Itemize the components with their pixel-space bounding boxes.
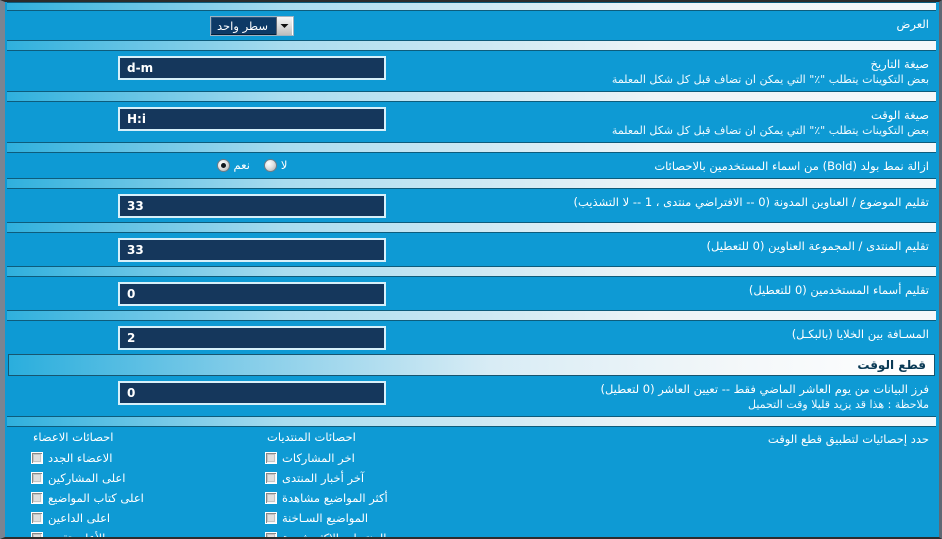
control-time-cutoff [11,380,493,405]
bold-removal-option-no-label: لا [280,158,288,172]
checkbox-icon-new-members[interactable] [31,452,43,464]
control-time-format [11,106,493,131]
control-cell-spacing [11,325,493,350]
section-title-time-cutoff: قطع الوقت [857,358,926,372]
control-trim-topic-titles [11,193,493,218]
label-time-format-title: صيغة الوقت [870,108,929,122]
divider-6 [7,266,936,277]
checkbox-label-top-rated: الأعلى تقييم [48,531,106,539]
checkbox-label-popular-forums: المنتديات الاكثر شعبية [282,531,387,539]
divider-7 [7,310,936,321]
checkbox-icon-top-rated[interactable] [31,532,43,537]
time-cutoff-input[interactable] [118,381,386,405]
settings-panel: العرض سطر واحد صيغة التاريخ بعض التكوينا… [0,0,942,539]
label-apply-cutoff-stats: حدد إحصائيات لتطبيق قطع الوقت [767,432,929,446]
checkbox-row-popular-forums[interactable]: المنتديات الاكثر شعبية [265,528,387,539]
checkbox-icon-most-viewed-topics[interactable] [265,492,277,504]
label-bold-removal: ازالة نمط بولد (Bold) من اسماء المستخدمي… [654,159,929,173]
control-trim-forum-titles [11,237,493,262]
checkbox-label-forum-news: آخر أخبار المنتدى [282,471,365,485]
column-member-statistics: احصائات الاعضاء الاعضاء الجدد اعلى المشا… [25,430,259,539]
checkbox-icon-hot-topics[interactable] [265,512,277,524]
checkbox-row-latest-posts[interactable]: اخر المشاركات [265,448,355,468]
checkbox-row-top-posters[interactable]: اعلى المشاركين [31,468,125,488]
checkbox-icon-latest-posts[interactable] [265,452,277,464]
label-display: العرض [896,17,930,31]
display-mode-select[interactable]: سطر واحد [210,16,294,36]
bold-removal-option-no[interactable]: لا [263,158,288,172]
display-mode-value: سطر واحد [217,19,268,33]
checkbox-row-top-topic-starters[interactable]: اعلى كتاب المواضيع [31,488,144,508]
checkbox-row-top-referrers[interactable]: اعلى الداعين [31,508,110,528]
checkbox-label-hot-topics: المواضيع السـاخنة [282,511,369,525]
row-trim-topic-titles: تقليم الموضوع / العناوين المدونة (0 -- ا… [5,189,939,222]
bold-removal-option-yes-label: نعم [233,158,250,172]
checkbox-row-new-members[interactable]: الاعضاء الجدد [31,448,112,468]
checkbox-row-top-rated[interactable]: الأعلى تقييم [31,528,106,539]
label-trim-topic-titles: تقليم الموضوع / العناوين المدونة (0 -- ا… [573,195,929,209]
row-trim-usernames: تقليم أسماء المستخدمين (0 للتعطيل) [5,277,939,310]
checkbox-label-top-posters: اعلى المشاركين [48,471,126,485]
divider-8 [7,416,936,427]
control-date-format [11,55,493,80]
divider-3 [7,142,936,153]
cutoff-stats-columns: احصائات المنتديات اخر المشاركات آخر أخبا… [11,430,493,539]
row-cell-spacing: المسـافة بين الخلايا (بالبكـل) [5,321,939,354]
label-date-format-title: صيغة التاريخ [870,57,929,71]
checkbox-icon-popular-forums[interactable] [265,532,277,537]
label-trim-forum-titles: تقليم المنتدى / المجموعة العناوين (0 للت… [706,239,929,253]
control-bold-removal: لا نعم [11,157,493,172]
checkbox-row-hot-topics[interactable]: المواضيع السـاخنة [265,508,368,528]
checkbox-row-most-viewed-topics[interactable]: أكثر المواضيع مشاهدة [265,488,388,508]
row-time-cutoff: فرز البيانات من يوم العاشر الماضي فقط --… [5,376,939,416]
checkbox-row-forum-news[interactable]: آخر أخبار المنتدى [265,468,364,488]
date-format-input[interactable] [118,56,386,80]
checkbox-icon-top-topic-starters[interactable] [31,492,43,504]
cell-spacing-input[interactable] [118,326,386,350]
control-display: سطر واحد [11,15,493,36]
divider-4 [7,178,936,189]
row-display: العرض سطر واحد [5,11,939,40]
divider-top [7,2,936,11]
trim-topic-titles-input[interactable] [118,194,386,218]
checkbox-label-new-members: الاعضاء الجدد [48,451,113,465]
divider-5 [7,222,936,233]
bold-removal-radio-group: لا نعم [216,158,288,172]
label-trim-usernames: تقليم أسماء المستخدمين (0 للتعطيل) [748,283,929,297]
label-time-cutoff-note: ملاحظة : هذا قد يزيد قليلا وقت التحميل [748,398,929,411]
column-forum-statistics: احصائات المنتديات اخر المشاركات آخر أخبا… [259,430,493,539]
label-time-format-hint: بعض التكوينات يتطلب "٪" التي يمكن ان تضا… [611,124,929,137]
trim-usernames-input[interactable] [118,282,386,306]
time-format-input[interactable] [118,107,386,131]
row-time-format: صيغة الوقت بعض التكوينات يتطلب "٪" التي … [5,102,939,142]
label-time-cutoff: فرز البيانات من يوم العاشر الماضي فقط --… [493,380,931,412]
control-trim-usernames [11,281,493,306]
checkbox-label-top-referrers: اعلى الداعين [48,511,111,525]
checkbox-label-most-viewed-topics: أكثر المواضيع مشاهدة [282,491,388,505]
row-date-format: صيغة التاريخ بعض التكوينات يتطلب "٪" الت… [5,51,939,91]
divider-2 [7,91,936,102]
label-time-format: صيغة الوقت بعض التكوينات يتطلب "٪" التي … [493,106,931,138]
bold-removal-option-yes[interactable]: نعم [216,158,250,172]
column-title-member-statistics: احصائات الاعضاء [33,430,114,444]
label-date-format-hint: بعض التكوينات يتطلب "٪" التي يمكن ان تضا… [611,73,929,86]
checkbox-icon-top-posters[interactable] [31,472,43,484]
trim-forum-titles-input[interactable] [118,238,386,262]
column-title-forum-statistics: احصائات المنتديات [267,430,356,444]
label-cell-spacing: المسـافة بين الخلايا (بالبكـل) [791,327,929,341]
radio-icon-no[interactable] [263,158,277,172]
chevron-down-icon[interactable] [275,17,293,35]
section-header-time-cutoff: قطع الوقت [8,354,935,376]
radio-icon-yes[interactable] [216,158,230,172]
divider-1 [7,40,936,51]
row-apply-cutoff-stats: حدد إحصائيات لتطبيق قطع الوقت احصائات ال… [5,427,939,539]
label-date-format: صيغة التاريخ بعض التكوينات يتطلب "٪" الت… [493,55,931,87]
checkbox-label-latest-posts: اخر المشاركات [282,451,355,465]
row-trim-forum-titles: تقليم المنتدى / المجموعة العناوين (0 للت… [5,233,939,266]
checkbox-icon-forum-news[interactable] [265,472,277,484]
checkbox-label-top-topic-starters: اعلى كتاب المواضيع [48,491,144,505]
row-bold-removal: ازالة نمط بولد (Bold) من اسماء المستخدمي… [5,153,939,178]
label-time-cutoff-title: فرز البيانات من يوم العاشر الماضي فقط --… [600,382,929,396]
checkbox-icon-top-referrers[interactable] [31,512,43,524]
